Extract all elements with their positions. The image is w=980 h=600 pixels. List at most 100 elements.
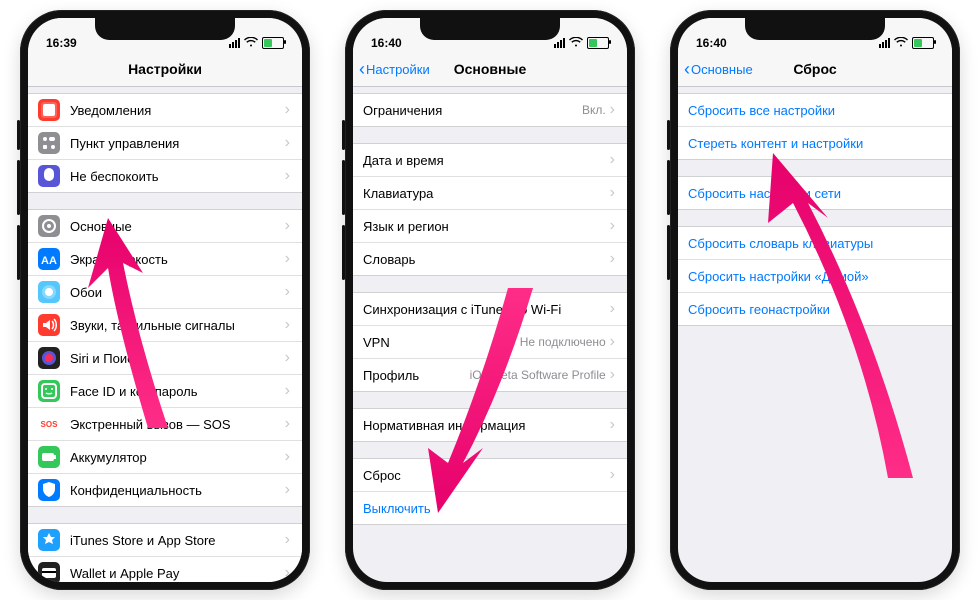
chevron-right-icon: › [285, 283, 290, 301]
phone-frame-1: 16:39 Настройки Уведомления›Пункт управл… [20, 10, 310, 590]
row-label: Звуки, тактильные сигналы [70, 318, 285, 333]
row-label: Клавиатура [363, 186, 610, 201]
list-item[interactable]: Сбросить настройки «Домой» [678, 260, 952, 293]
list-item[interactable]: SOS Экстренный вызов — SOS› [28, 408, 302, 441]
status-icons [879, 36, 934, 50]
chevron-right-icon: › [285, 481, 290, 499]
list-item[interactable]: iTunes Store и App Store› [28, 524, 302, 557]
list-item[interactable]: Пункт управления› [28, 127, 302, 160]
list-item[interactable]: Аккумулятор› [28, 441, 302, 474]
settings-group: Дата и время›Клавиатура›Язык и регион›Сл… [353, 143, 627, 276]
row-label: Уведомления [70, 103, 285, 118]
row-label: Аккумулятор [70, 450, 285, 465]
notch [420, 18, 560, 40]
row-label: Сбросить геонастройки [688, 302, 940, 317]
page-title: Настройки [128, 61, 202, 77]
list-item[interactable]: Дата и время› [353, 144, 627, 177]
list-item[interactable]: Siri и Поиск› [28, 342, 302, 375]
wallet-icon [38, 562, 60, 582]
list-item[interactable]: Не беспокоить› [28, 160, 302, 192]
chevron-right-icon: › [285, 101, 290, 119]
settings-group: ОграниченияВкл.› [353, 93, 627, 127]
row-label: Дата и время [363, 153, 610, 168]
chevron-right-icon: › [285, 134, 290, 152]
list-item[interactable]: Стереть контент и настройки [678, 127, 952, 159]
settings-group: Сброс› Выключить [353, 458, 627, 525]
list-item[interactable]: Звуки, тактильные сигналы› [28, 309, 302, 342]
sos-icon: SOS [38, 413, 60, 435]
list-item[interactable]: Сбросить геонастройки [678, 293, 952, 325]
settings-list[interactable]: Уведомления›Пункт управления›Не беспокои… [28, 87, 302, 582]
reset-list[interactable]: Сбросить все настройкиСтереть контент и … [678, 87, 952, 582]
row-label: Профиль [363, 368, 470, 383]
list-item[interactable]: Нормативная информация› [353, 409, 627, 441]
chevron-right-icon: › [610, 466, 615, 484]
screen-3: 16:40 ‹ Основные Сброс Сбросить все наст… [678, 18, 952, 582]
chevron-right-icon: › [610, 250, 615, 268]
back-button[interactable]: ‹ Основные [684, 60, 753, 78]
list-item[interactable]: AAЭкран и яркость› [28, 243, 302, 276]
list-item[interactable]: Выключить [353, 492, 627, 524]
screen-1: 16:39 Настройки Уведомления›Пункт управл… [28, 18, 302, 582]
battery-icon [38, 446, 60, 468]
chevron-right-icon: › [610, 416, 615, 434]
privacy-icon [38, 479, 60, 501]
list-item[interactable]: Уведомления› [28, 94, 302, 127]
list-item[interactable]: Клавиатура› [353, 177, 627, 210]
chevron-right-icon: › [610, 333, 615, 351]
settings-group: Сбросить словарь клавиатурыСбросить наст… [678, 226, 952, 326]
list-item[interactable]: VPNНе подключено › [353, 326, 627, 359]
row-value: Не подключено [520, 335, 606, 349]
list-item[interactable]: Основные› [28, 210, 302, 243]
wifi-icon [894, 36, 908, 50]
list-item[interactable]: Конфиденциальность› [28, 474, 302, 506]
page-title: Сброс [793, 61, 836, 77]
row-label: Нормативная информация [363, 418, 610, 433]
list-item[interactable]: Сбросить все настройки [678, 94, 952, 127]
siri-icon [38, 347, 60, 369]
chevron-right-icon: › [610, 151, 615, 169]
chevron-right-icon: › [285, 415, 290, 433]
signal-icon [229, 38, 240, 48]
notifications-icon [38, 99, 60, 121]
row-label: Синхронизация с iTunes по Wi-Fi [363, 302, 610, 317]
row-label: Основные [70, 219, 285, 234]
list-item[interactable]: Wallet и Apple Pay› [28, 557, 302, 582]
row-label: Экран и яркость [70, 252, 285, 267]
phone-frame-2: 16:40 ‹ Настройки Основные ОграниченияВк… [345, 10, 635, 590]
settings-group: Уведомления›Пункт управления›Не беспокои… [28, 93, 302, 193]
settings-group: Синхронизация с iTunes по Wi-Fi›VPNНе по… [353, 292, 627, 392]
settings-group: Нормативная информация› [353, 408, 627, 442]
list-item[interactable]: Сброс› [353, 459, 627, 492]
notch [95, 18, 235, 40]
row-label: Wallet и Apple Pay [70, 566, 285, 581]
chevron-right-icon: › [285, 564, 290, 582]
settings-group: Основные›AAЭкран и яркость›Обои›Звуки, т… [28, 209, 302, 507]
list-item[interactable]: ОграниченияВкл.› [353, 94, 627, 126]
list-item[interactable]: Синхронизация с iTunes по Wi-Fi› [353, 293, 627, 326]
list-item[interactable]: Сбросить настройки сети [678, 177, 952, 209]
row-label: Выключить [363, 501, 615, 516]
row-label: Экстренный вызов — SOS [70, 417, 285, 432]
row-label: VPN [363, 335, 520, 350]
battery-icon [587, 37, 609, 49]
chevron-right-icon: › [610, 300, 615, 318]
row-label: iTunes Store и App Store [70, 533, 285, 548]
row-label: Словарь [363, 252, 610, 267]
general-list[interactable]: ОграниченияВкл.›Дата и время›Клавиатура›… [353, 87, 627, 582]
list-item[interactable]: ПрофильiOS Beta Software Profile› [353, 359, 627, 391]
row-label: Язык и регион [363, 219, 610, 234]
row-value: iOS Beta Software Profile [470, 368, 606, 382]
appstore-icon [38, 529, 60, 551]
back-label: Основные [691, 62, 753, 77]
row-label: Обои [70, 285, 285, 300]
back-button[interactable]: ‹ Настройки [359, 60, 430, 78]
list-item[interactable]: Face ID и код-пароль› [28, 375, 302, 408]
chevron-right-icon: › [285, 531, 290, 549]
nav-bar: ‹ Настройки Основные [353, 52, 627, 87]
list-item[interactable]: Обои› [28, 276, 302, 309]
wifi-icon [244, 36, 258, 50]
list-item[interactable]: Язык и регион› [353, 210, 627, 243]
list-item[interactable]: Сбросить словарь клавиатуры [678, 227, 952, 260]
list-item[interactable]: Словарь› [353, 243, 627, 275]
